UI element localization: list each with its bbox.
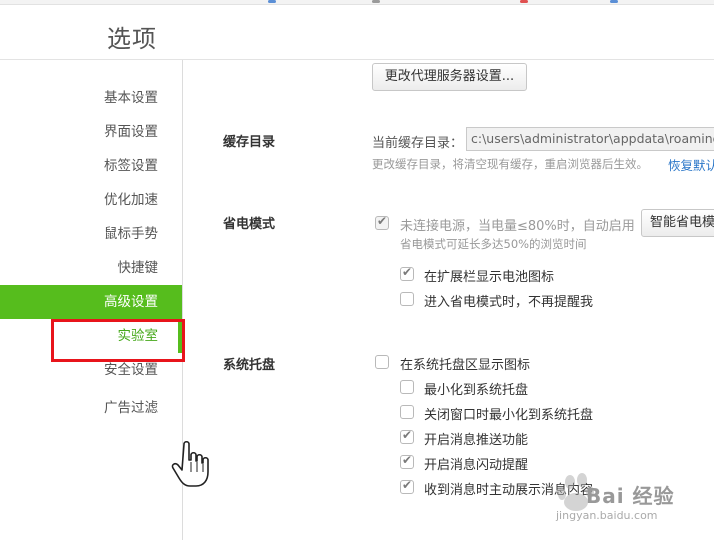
options-header: 选项 — [0, 5, 714, 60]
sidebar-item-label: 快捷键 — [117, 260, 159, 276]
page-title: 选项 — [107, 25, 157, 53]
sidebar: 基本设置 界面设置 标签设置 优化加速 鼠标手势 快捷键 高级设置 实验室 安全… — [0, 60, 183, 540]
sidebar-item-label: 标签设置 — [104, 158, 158, 174]
sidebar-item-shortcuts[interactable]: 快捷键 — [0, 251, 182, 285]
auto-power-saving-label: 未连接电源，当电量≤80%时，自动启用 — [400, 219, 635, 234]
sidebar-item-label: 广告过滤 — [104, 400, 158, 416]
current-cache-label: 当前缓存目录： — [372, 136, 464, 151]
sidebar-item-optimize[interactable]: 优化加速 — [0, 183, 182, 217]
tab-indicator — [520, 0, 528, 3]
message-flash-label: 开启消息闪动提醒 — [424, 458, 529, 473]
sidebar-item-mouse-gestures[interactable]: 鼠标手势 — [0, 217, 182, 251]
close-to-tray-label: 关闭窗口时最小化到系统托盘 — [424, 408, 594, 423]
no-remind-label: 进入省电模式时，不再提醒我 — [424, 295, 594, 310]
sidebar-item-label: 界面设置 — [104, 124, 158, 140]
cache-path-field[interactable]: c:\users\administrator\appdata\roaming\3… — [466, 127, 714, 151]
sidebar-item-advanced[interactable]: 高级设置 — [0, 285, 182, 319]
proxy-settings-button[interactable]: 更改代理服务器设置... — [372, 63, 527, 91]
battery-icon-checkbox[interactable] — [400, 265, 414, 281]
no-remind-checkbox[interactable] — [400, 292, 414, 306]
sidebar-item-label: 鼠标手势 — [104, 226, 158, 242]
sidebar-item-interface[interactable]: 界面设置 — [0, 115, 182, 149]
message-flash-checkbox[interactable] — [400, 453, 414, 469]
highlight-box — [51, 319, 185, 362]
minimize-to-tray-label: 最小化到系统托盘 — [424, 383, 529, 398]
close-to-tray-checkbox[interactable] — [400, 405, 414, 419]
tab-indicator — [610, 0, 618, 3]
message-push-label: 开启消息推送功能 — [424, 433, 529, 448]
sidebar-item-label: 高级设置 — [104, 294, 158, 310]
message-push-checkbox[interactable] — [400, 428, 414, 444]
hand-cursor-icon — [171, 440, 209, 487]
auto-power-saving-checkbox[interactable] — [375, 214, 389, 230]
watermark-text: Bai 经验 — [586, 484, 675, 508]
watermark-url: jingyan.baidu.com — [556, 509, 658, 522]
cache-section-label: 缓存目录 — [223, 135, 276, 150]
power-section-label: 省电模式 — [223, 217, 276, 232]
tray-icon-label: 在系统托盘区显示图标 — [400, 358, 531, 373]
cache-hint: 更改缓存目录，将清空现有缓存，重启浏览器后生效。 — [372, 157, 648, 171]
tray-icon-checkbox[interactable] — [375, 355, 389, 369]
sidebar-item-basic[interactable]: 基本设置 — [0, 81, 182, 115]
battery-icon-label: 在扩展栏显示电池图标 — [424, 270, 555, 285]
minimize-to-tray-checkbox[interactable] — [400, 380, 414, 394]
sidebar-item-tabs[interactable]: 标签设置 — [0, 149, 182, 183]
show-message-content-checkbox[interactable] — [400, 478, 414, 494]
sidebar-item-label: 优化加速 — [104, 192, 158, 208]
restore-default-link[interactable]: 恢复默认 — [668, 155, 714, 174]
sidebar-item-ad-filter[interactable]: 广告过滤 — [0, 391, 182, 425]
power-hint: 省电模式可延长多达50%的浏览时间 — [400, 237, 587, 251]
smart-power-button[interactable]: 智能省电模式 — [641, 209, 714, 237]
tab-indicator — [268, 0, 276, 3]
sidebar-item-label: 基本设置 — [104, 90, 158, 106]
tab-indicator — [372, 0, 380, 3]
tray-section-label: 系统托盘 — [223, 358, 276, 373]
